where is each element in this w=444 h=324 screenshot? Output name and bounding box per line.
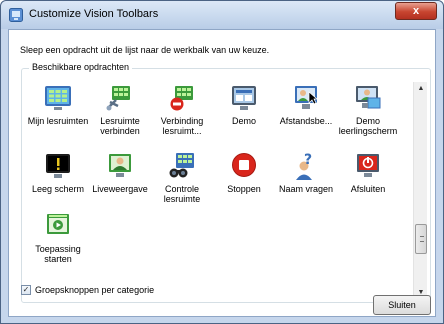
disconnect-icon — [170, 86, 193, 111]
ask-name-icon: ? — [296, 152, 312, 180]
command-lesruimte-verbinden[interactable]: Lesruimte verbinden — [89, 82, 151, 142]
command-label: Leeg scherm — [31, 184, 85, 194]
demo-student-screen-icon — [356, 86, 381, 109]
group-title: Beschikbare opdrachten — [29, 62, 133, 72]
close-button[interactable]: Sluiten — [373, 295, 431, 315]
command-label: Lesruimte verbinden — [100, 116, 140, 136]
command-afsluiten[interactable]: Afsluiten — [337, 150, 399, 210]
window-close-button[interactable]: x — [395, 2, 437, 20]
commands-list[interactable]: Mijn lesruimten Lesruimte verbinden Verb… — [27, 82, 415, 302]
scrollbar-thumb[interactable] — [415, 224, 427, 254]
blank-screen-icon — [46, 154, 70, 178]
command-label: Toepassing starten — [35, 244, 81, 264]
command-label: Controle lesruimte — [163, 184, 201, 204]
category-checkbox[interactable]: ✓ — [21, 285, 31, 295]
shutdown-icon — [357, 154, 379, 177]
command-label: Stoppen — [227, 184, 261, 194]
command-label: Afsluiten — [350, 184, 386, 194]
vertical-scrollbar[interactable]: ▲ ▼ — [413, 82, 427, 300]
svg-text:?: ? — [304, 152, 312, 168]
command-label: Afstandsbe... — [279, 116, 333, 126]
scroll-up-arrow-icon[interactable]: ▲ — [414, 82, 428, 96]
command-liveweergave[interactable]: Liveweergave — [89, 150, 151, 210]
command-label: Verbinding lesruimt... — [160, 116, 204, 136]
start-application-icon — [47, 214, 69, 234]
monitor-classroom-icon — [169, 153, 194, 178]
command-demo-leerlingscherm[interactable]: Demo leerlingscherm — [337, 82, 399, 142]
stop-icon — [232, 153, 256, 177]
live-view-icon — [109, 154, 131, 177]
instruction-text: Sleep een opdracht uit de lijst naar de … — [20, 45, 270, 55]
command-leeg-scherm[interactable]: Leeg scherm — [27, 150, 89, 210]
command-label: Demo — [231, 116, 256, 126]
demo-icon — [232, 86, 256, 110]
command-naam-vragen[interactable]: ? Naam vragen — [275, 150, 337, 210]
command-label: Mijn lesruimten — [27, 116, 89, 126]
command-toepassing-starten[interactable]: Toepassing starten — [27, 210, 89, 270]
command-afstandsbediening[interactable]: Afstandsbe... — [275, 82, 337, 142]
network-connect-icon — [106, 86, 130, 111]
command-label: Demo leerlingscherm — [338, 116, 398, 136]
command-label: Liveweergave — [92, 184, 148, 194]
scrollbar-grip-icon — [420, 236, 424, 242]
command-verbinding-lesruimte[interactable]: Verbinding lesruimt... — [151, 82, 213, 142]
command-stoppen[interactable]: Stoppen — [213, 150, 275, 210]
dialog-client-area: Sleep een opdracht uit de lijst naar de … — [8, 29, 436, 317]
grid-screen-icon — [45, 86, 71, 110]
title-bar[interactable]: Customize Vision Toolbars x — [1, 1, 443, 29]
command-demo[interactable]: Demo — [213, 82, 275, 142]
window-title: Customize Vision Toolbars — [29, 8, 159, 20]
remote-control-icon — [295, 86, 318, 109]
command-mijn-lesruimten[interactable]: Mijn lesruimten — [27, 82, 89, 142]
command-label: Naam vragen — [278, 184, 334, 194]
category-checkbox-label[interactable]: Groepsknoppen per categorie — [35, 285, 154, 295]
vision-app-icon — [9, 8, 23, 22]
dialog-window: Customize Vision Toolbars x Sleep een op… — [0, 0, 444, 324]
command-controle-lesruimte[interactable]: Controle lesruimte — [151, 150, 213, 210]
